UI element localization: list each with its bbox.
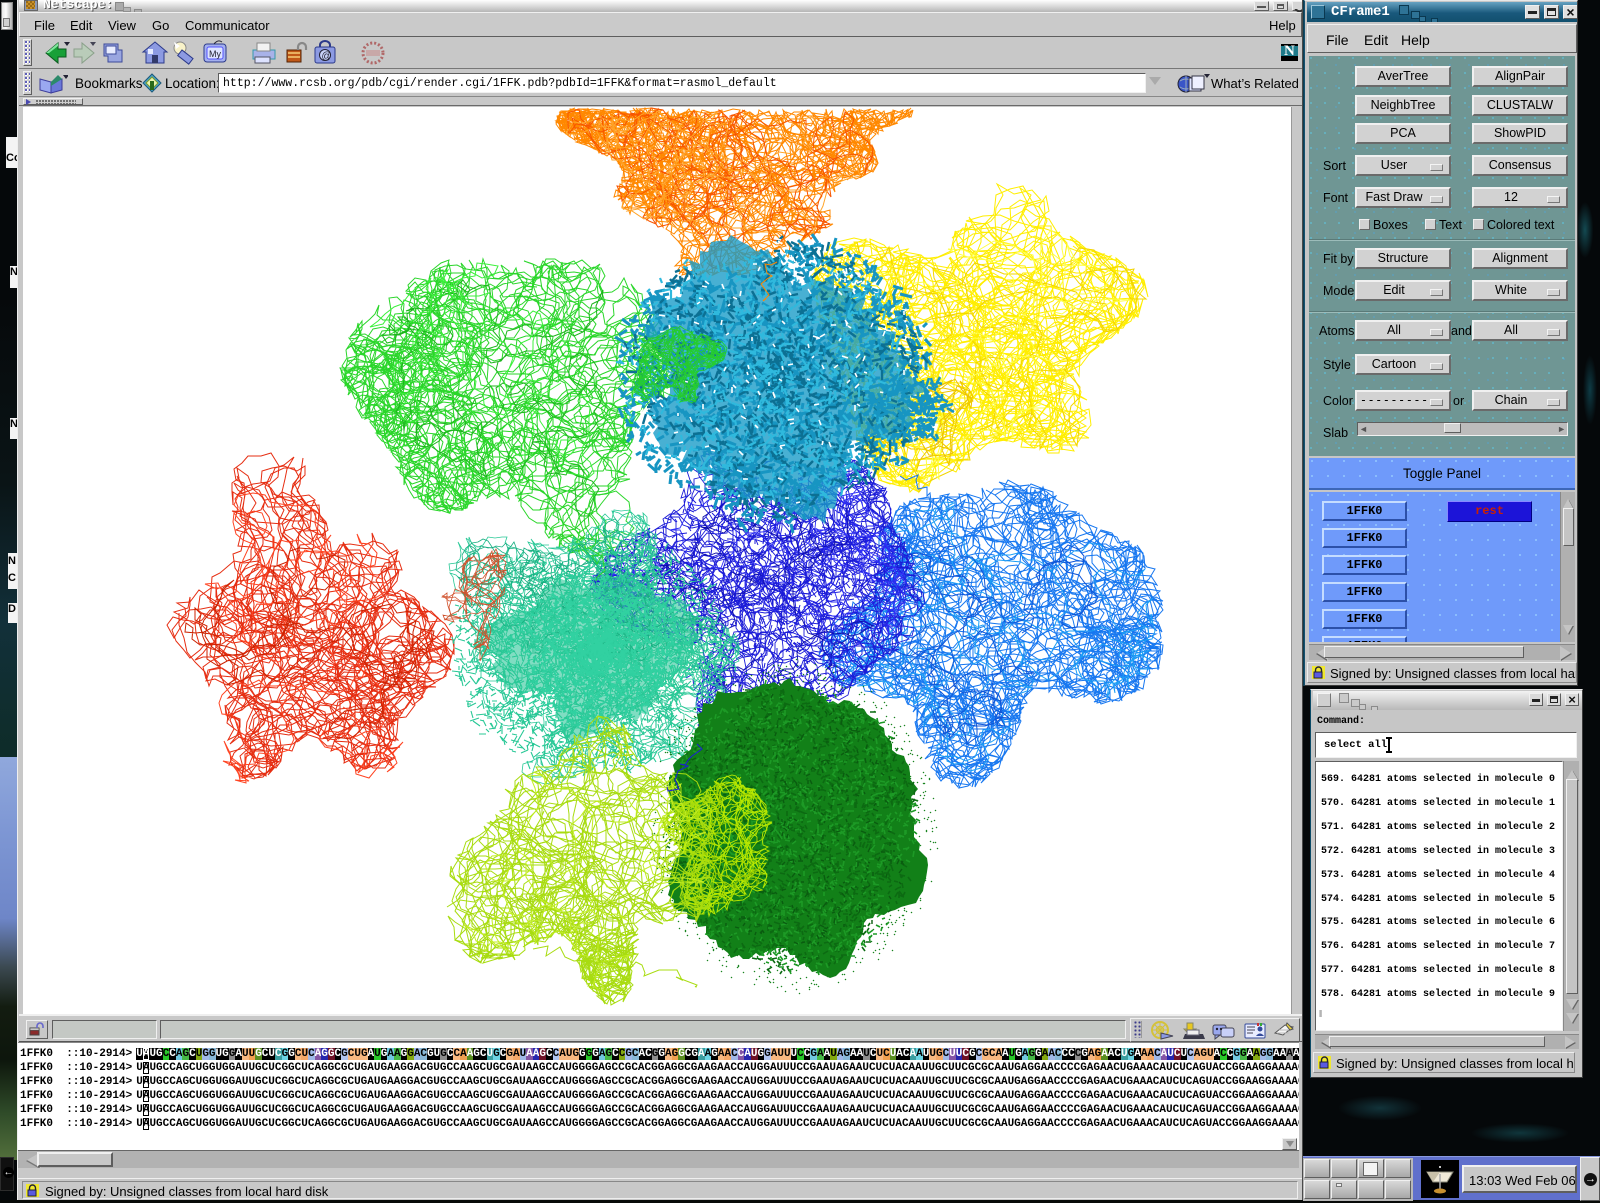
svg-text:My: My [209, 49, 221, 59]
svg-text:@: @ [322, 51, 332, 62]
